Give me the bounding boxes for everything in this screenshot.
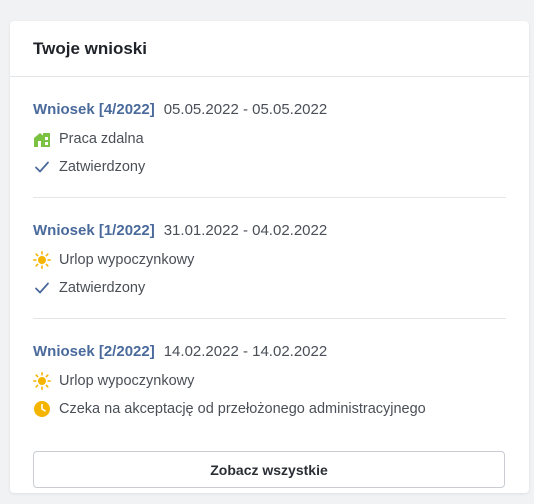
request-id-link[interactable]: Wniosek [2/2022] <box>33 343 155 360</box>
requests-card: Twoje wnioski Wniosek [4/2022] 05.05.202… <box>10 21 529 493</box>
see-all-button[interactable]: Zobacz wszystkie <box>33 451 505 488</box>
request-type-label: Praca zdalna <box>59 131 144 147</box>
request-type-label: Urlop wypoczynkowy <box>59 252 195 268</box>
request-id-link[interactable]: Wniosek [4/2022] <box>33 101 155 118</box>
request-dates: 14.02.2022 - 14.02.2022 <box>163 343 328 360</box>
request-header: Wniosek [1/2022] 31.01.2022 - 04.02.2022 <box>33 222 506 242</box>
request-type-label: Urlop wypoczynkowy <box>59 373 195 389</box>
request-dates: 05.05.2022 - 05.05.2022 <box>163 101 328 118</box>
checkmark-icon <box>33 279 51 297</box>
request-header: Wniosek [4/2022] 05.05.2022 - 05.05.2022 <box>33 101 506 121</box>
card-title: Twoje wnioski <box>33 38 147 58</box>
card-header: Twoje wnioski <box>10 21 529 77</box>
request-id-link[interactable]: Wniosek [1/2022] <box>33 222 155 239</box>
request-type: Urlop wypoczynkowy <box>33 371 506 391</box>
clock-icon <box>33 400 51 418</box>
request-dates: 31.01.2022 - 04.02.2022 <box>163 222 328 239</box>
request-status: Zatwierdzony <box>33 157 506 177</box>
request-header: Wniosek [2/2022] 14.02.2022 - 14.02.2022 <box>33 343 506 363</box>
sun-icon <box>33 251 51 269</box>
requests-list: Wniosek [4/2022] 05.05.2022 - 05.05.2022… <box>10 77 529 439</box>
request-status: Zatwierdzony <box>33 278 506 298</box>
request-item: Wniosek [1/2022] 31.01.2022 - 04.02.2022 <box>33 198 506 319</box>
request-status: Czeka na akceptację od przełożonego admi… <box>33 399 506 419</box>
request-status-label: Czeka na akceptację od przełożonego admi… <box>59 401 426 417</box>
home-office-icon <box>33 130 51 148</box>
checkmark-icon <box>33 158 51 176</box>
sun-icon <box>33 372 51 390</box>
actions: Zobacz wszystkie <box>10 439 529 488</box>
request-status-label: Zatwierdzony <box>59 159 146 175</box>
request-type: Urlop wypoczynkowy <box>33 250 506 270</box>
request-item: Wniosek [2/2022] 14.02.2022 - 14.02.2022 <box>33 319 506 439</box>
request-item: Wniosek [4/2022] 05.05.2022 - 05.05.2022… <box>33 77 506 198</box>
request-type: Praca zdalna <box>33 129 506 149</box>
request-status-label: Zatwierdzony <box>59 280 146 296</box>
